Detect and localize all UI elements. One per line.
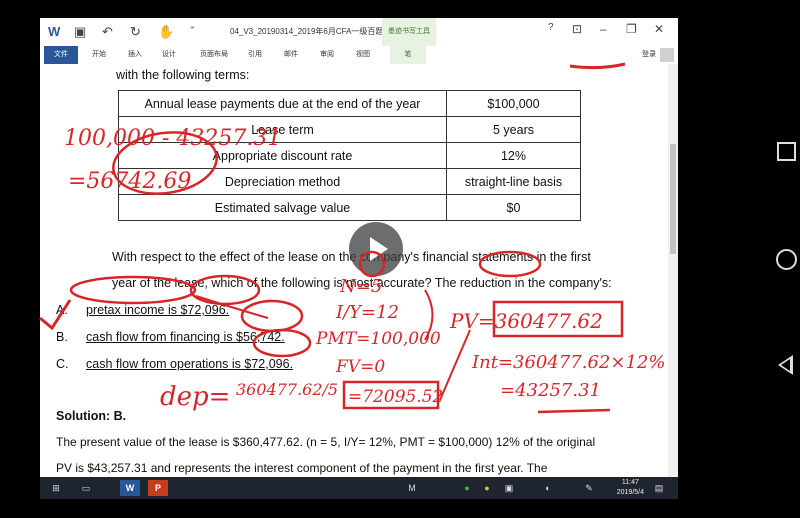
table-cell: $100,000 bbox=[446, 90, 581, 117]
table-row: Estimated salvage value $0 bbox=[118, 194, 581, 221]
document-title: 04_V3_20190314_2019年6月CFA一级百题预... bbox=[230, 27, 399, 36]
tab-design[interactable]: 设计 bbox=[162, 46, 176, 64]
table-cell: Appropriate discount rate bbox=[118, 142, 447, 169]
sign-in-link[interactable]: 登录 bbox=[642, 46, 656, 64]
restore-icon[interactable]: ❐ bbox=[626, 22, 637, 36]
customize-qat-icon[interactable]: ⁼ bbox=[190, 24, 195, 35]
table-row: Annual lease payments due at the end of … bbox=[118, 90, 581, 117]
table-cell: $0 bbox=[446, 194, 581, 221]
save-icon[interactable]: ▣ bbox=[74, 24, 86, 40]
taskbar: ⊞ ▭ W P M ● ● ▣ ◖ ✎ 11:47 2019/5/4 ▤ bbox=[40, 477, 678, 499]
tab-layout[interactable]: 页面布局 bbox=[200, 46, 228, 64]
table-cell: Annual lease payments due at the end of … bbox=[118, 90, 447, 117]
ink-tools-context: 墨迹书写工具 bbox=[382, 18, 436, 46]
vertical-scrollbar[interactable] bbox=[668, 64, 678, 478]
volume-icon[interactable]: ◖ bbox=[540, 480, 554, 496]
tab-view[interactable]: 视图 bbox=[356, 46, 370, 64]
start-icon[interactable]: ⊞ bbox=[48, 480, 64, 496]
pen-icon[interactable]: ✎ bbox=[582, 480, 596, 496]
android-back-button[interactable] bbox=[778, 355, 793, 375]
tab-pen[interactable]: 笔 bbox=[390, 46, 426, 64]
powerpoint-taskbar-icon[interactable]: P bbox=[148, 480, 168, 496]
option-b-text: cash flow from financing is $56,742. bbox=[86, 330, 285, 344]
scrollbar-thumb[interactable] bbox=[670, 144, 676, 254]
notifications-icon[interactable]: ▤ bbox=[652, 480, 666, 496]
tab-references[interactable]: 引用 bbox=[248, 46, 262, 64]
document-page[interactable]: with the following terms: Annual lease p… bbox=[40, 64, 668, 478]
question-line-2: year of the lease, which of the followin… bbox=[112, 276, 612, 290]
table-cell: Depreciation method bbox=[118, 168, 447, 195]
avatar[interactable] bbox=[660, 48, 674, 62]
tab-home[interactable]: 开始 bbox=[92, 46, 106, 64]
option-b-letter: B. bbox=[56, 330, 68, 344]
table-cell: Lease term bbox=[118, 116, 447, 143]
android-home-button[interactable] bbox=[776, 249, 797, 270]
solution-line-2: PV is $43,257.31 and represents the inte… bbox=[56, 461, 548, 475]
tab-file[interactable]: 文件 bbox=[44, 46, 78, 64]
solution-label: Solution: B. bbox=[56, 409, 127, 423]
tab-mailings[interactable]: 邮件 bbox=[284, 46, 298, 64]
ribbon-display-icon[interactable]: ⊡ bbox=[572, 22, 582, 36]
help-button[interactable]: ? bbox=[548, 22, 554, 33]
redo-icon[interactable]: ↻ bbox=[130, 24, 141, 40]
tab-review[interactable]: 审阅 bbox=[320, 46, 334, 64]
touch-mode-icon[interactable]: ✋ bbox=[158, 24, 174, 40]
tray-app-icon[interactable]: ▣ bbox=[502, 480, 516, 496]
play-button[interactable] bbox=[349, 222, 403, 276]
android-recents-button[interactable] bbox=[777, 142, 796, 161]
tab-insert[interactable]: 插入 bbox=[128, 46, 142, 64]
tray-green-icon[interactable]: ● bbox=[460, 480, 474, 496]
table-cell: 5 years bbox=[446, 116, 581, 143]
intro-text: with the following terms: bbox=[116, 68, 250, 82]
ribbon-tabs: 文件 开始 插入 设计 页面布局 引用 邮件 审阅 视图 笔 bbox=[40, 46, 678, 65]
tray-m-icon[interactable]: M bbox=[405, 480, 419, 496]
tray-yellow-icon[interactable]: ● bbox=[480, 480, 494, 496]
task-view-icon[interactable]: ▭ bbox=[78, 480, 94, 496]
clock[interactable]: 11:47 2019/5/4 bbox=[617, 478, 644, 498]
solution-line-1: The present value of the lease is $360,4… bbox=[56, 435, 596, 449]
option-c-letter: C. bbox=[56, 357, 69, 371]
option-a-letter: A. bbox=[56, 303, 68, 317]
word-taskbar-icon[interactable]: W bbox=[120, 480, 140, 496]
word-app-icon: W bbox=[48, 24, 61, 39]
table-row: Appropriate discount rate 12% bbox=[118, 142, 581, 169]
minimize-icon[interactable]: – bbox=[600, 22, 607, 36]
table-row: Depreciation method straight-line basis bbox=[118, 168, 581, 195]
clock-time: 11:47 bbox=[621, 479, 639, 486]
table-cell: 12% bbox=[446, 142, 581, 169]
clock-date: 2019/5/4 bbox=[616, 489, 644, 496]
option-c-text: cash flow from operations is $72,096. bbox=[86, 357, 294, 371]
undo-icon[interactable]: ↶ bbox=[102, 24, 113, 40]
table-cell: Estimated salvage value bbox=[118, 194, 447, 221]
table-cell: straight-line basis bbox=[446, 168, 581, 195]
table-row: Lease term 5 years bbox=[118, 116, 581, 143]
option-a-text: pretax income is $72,096. bbox=[86, 303, 230, 317]
title-bar: W ▣ ↶ ↻ ✋ ⁼ 04_V3_20190314_2019年6月CFA一级百… bbox=[40, 18, 678, 46]
close-icon[interactable]: ✕ bbox=[654, 22, 664, 36]
lease-terms-table: Annual lease payments due at the end of … bbox=[118, 90, 581, 221]
